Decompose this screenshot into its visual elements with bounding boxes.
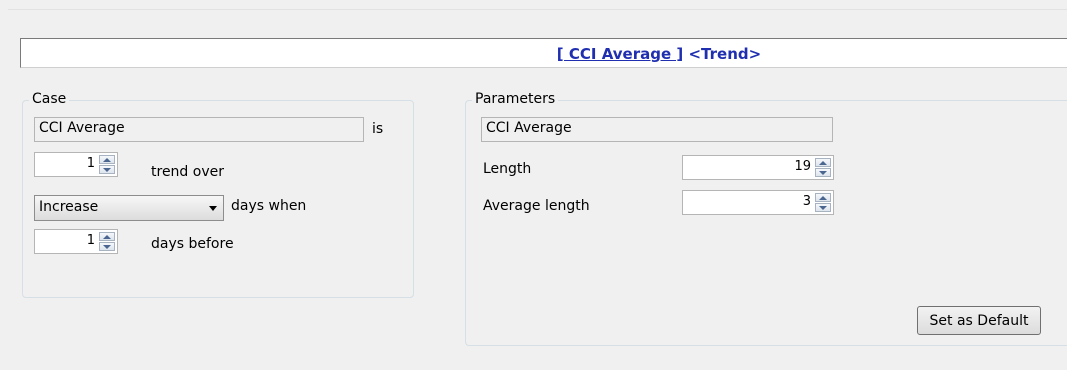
days-when-label: days when (231, 198, 307, 214)
arrow-down-icon (819, 205, 827, 210)
parameters-group-label: Parameters (472, 91, 559, 107)
length-stepper[interactable]: 19 (682, 155, 834, 180)
trend-over-value: 1 (86, 156, 95, 171)
trend-over-up-button[interactable] (99, 155, 115, 164)
page-title: [ CCI Average ] <Trend> (21, 45, 1067, 63)
top-divider (8, 9, 1067, 10)
arrow-up-icon (103, 157, 111, 162)
arrow-up-icon (819, 160, 827, 165)
length-up-button[interactable] (815, 158, 831, 167)
title-mode: <Trend> (688, 45, 762, 63)
parameters-indicator-field: CCI Average (481, 117, 833, 142)
direction-selected: Increase (39, 199, 99, 215)
arrow-down-icon (819, 170, 827, 175)
days-before-stepper[interactable]: 1 (34, 229, 118, 254)
average-length-label: Average length (483, 198, 590, 214)
case-indicator-field: CCI Average (34, 117, 364, 142)
average-length-down-button[interactable] (815, 203, 831, 212)
average-length-stepper[interactable]: 3 (682, 190, 834, 215)
trend-over-down-button[interactable] (99, 165, 115, 174)
arrow-down-icon (103, 244, 111, 249)
set-as-default-button[interactable]: Set as Default (917, 306, 1041, 335)
length-value: 19 (794, 159, 811, 174)
is-label: is (372, 121, 384, 137)
arrow-up-icon (103, 234, 111, 239)
length-label: Length (483, 161, 532, 177)
days-before-label: days before (151, 236, 234, 252)
title-bar: [ CCI Average ] <Trend> (20, 38, 1067, 68)
case-group-label: Case (29, 91, 70, 107)
days-before-down-button[interactable] (99, 242, 115, 251)
days-before-up-button[interactable] (99, 232, 115, 241)
trend-over-label: trend over (151, 164, 224, 180)
trend-over-stepper[interactable]: 1 (34, 152, 118, 177)
arrow-up-icon (819, 195, 827, 200)
average-length-value: 3 (802, 194, 811, 209)
arrow-down-icon (103, 167, 111, 172)
direction-dropdown[interactable]: Increase (34, 195, 224, 221)
days-before-value: 1 (86, 233, 95, 248)
length-down-button[interactable] (815, 168, 831, 177)
average-length-up-button[interactable] (815, 193, 831, 202)
title-indicator: [ CCI Average ] (556, 45, 684, 63)
chevron-down-icon (209, 206, 217, 211)
